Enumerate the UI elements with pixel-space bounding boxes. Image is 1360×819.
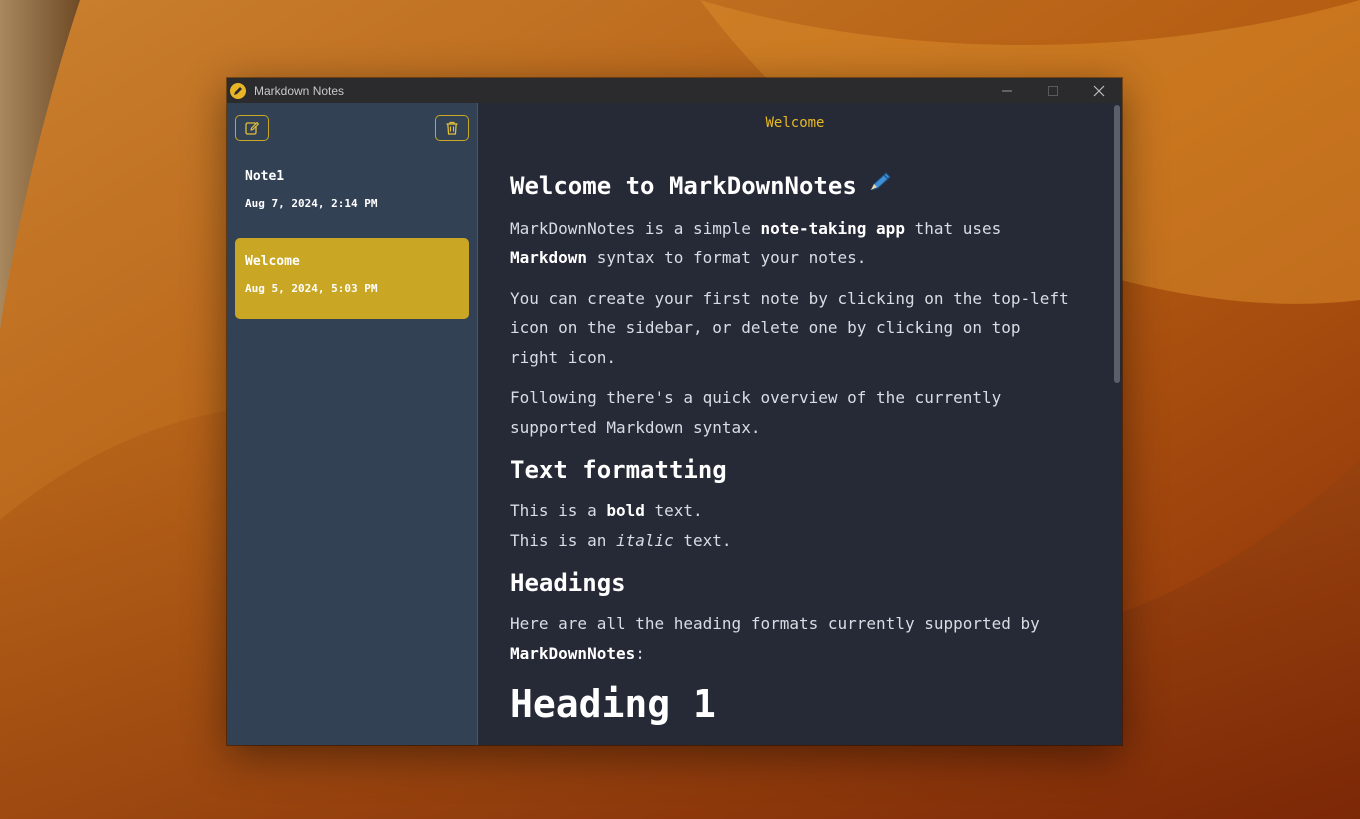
intro-paragraph: MarkDownNotes is a simple note-taking ap… <box>510 214 1070 273</box>
bold-text: note-taking app <box>760 218 905 238</box>
window-title: Markdown Notes <box>254 83 345 98</box>
pencil-square-icon <box>245 122 259 135</box>
window-controls <box>984 78 1122 103</box>
text-run: : <box>635 643 645 663</box>
bold-text: Markdown <box>510 248 588 267</box>
text-run: Here are all the heading formats current… <box>510 614 1040 633</box>
new-note-button[interactable] <box>235 115 269 141</box>
text-run: This is a <box>510 501 607 520</box>
close-button[interactable] <box>1076 78 1122 103</box>
note-date: Aug 7, 2024, 2:14 PM <box>245 197 378 210</box>
close-icon <box>1093 85 1105 96</box>
note-title-header: Welcome <box>765 115 825 131</box>
pen-emoji-icon <box>865 170 893 205</box>
notes-sidebar: Note1 Aug 7, 2024, 2:14 PM Welcome Aug 5… <box>227 103 478 745</box>
text-formatting-heading: Text formatting <box>510 456 727 484</box>
text-run: syntax to format your notes. <box>587 248 867 267</box>
text-run: text. <box>644 501 703 520</box>
maximize-icon <box>1048 85 1058 96</box>
content-heading-1: Welcome to MarkDownNotes <box>510 169 1070 205</box>
note-date: Aug 5, 2024, 5:03 PM <box>245 282 378 295</box>
formatting-examples: This is a bold text. This is an italic t… <box>510 496 1070 555</box>
italic-text: italic <box>615 530 674 550</box>
note-list-item[interactable]: Note1 Aug 7, 2024, 2:14 PM <box>235 153 469 234</box>
markdown-editor[interactable]: Welcome to MarkDownNotes MarkDownNotes i… <box>510 169 1070 729</box>
minimize-button[interactable] <box>984 78 1030 103</box>
text-run: MarkDownNotes is a simple <box>510 218 761 238</box>
bold-text: bold <box>606 501 645 520</box>
maximize-button[interactable] <box>1030 78 1076 103</box>
text-run: text. <box>673 530 732 550</box>
title-bar: Markdown Notes <box>227 78 1122 103</box>
app-pen-icon <box>230 82 246 99</box>
note-list-item-selected[interactable]: Welcome Aug 5, 2024, 5:03 PM <box>235 238 469 319</box>
instructions-paragraph: You can create your first note by clicki… <box>510 288 1069 367</box>
text-run: that uses <box>904 218 1002 238</box>
text-run: This is an <box>510 530 616 550</box>
vertical-scrollbar[interactable] <box>1112 103 1122 745</box>
overview-paragraph: Following there's a quick overview of th… <box>510 388 1002 437</box>
minimize-icon <box>1002 90 1012 91</box>
bold-text: MarkDownNotes <box>510 643 636 663</box>
scrollbar-thumb[interactable] <box>1114 105 1120 383</box>
delete-note-button[interactable] <box>435 115 469 141</box>
note-editor-pane: Welcome Welcome to MarkDownNotes MarkDow… <box>478 103 1122 745</box>
headings-paragraph: Here are all the heading formats current… <box>510 609 1070 668</box>
content-heading-1-text: Welcome to MarkDownNotes <box>510 172 857 200</box>
note-title: Welcome <box>245 254 300 269</box>
heading-1-sample: Heading 1 <box>510 682 716 726</box>
app-window: Markdown Notes Note1 Aug 7, 2024, 2:14 P… <box>227 78 1122 745</box>
note-title: Note1 <box>245 169 285 184</box>
trash-icon <box>446 121 458 135</box>
headings-heading: Headings <box>510 569 626 597</box>
